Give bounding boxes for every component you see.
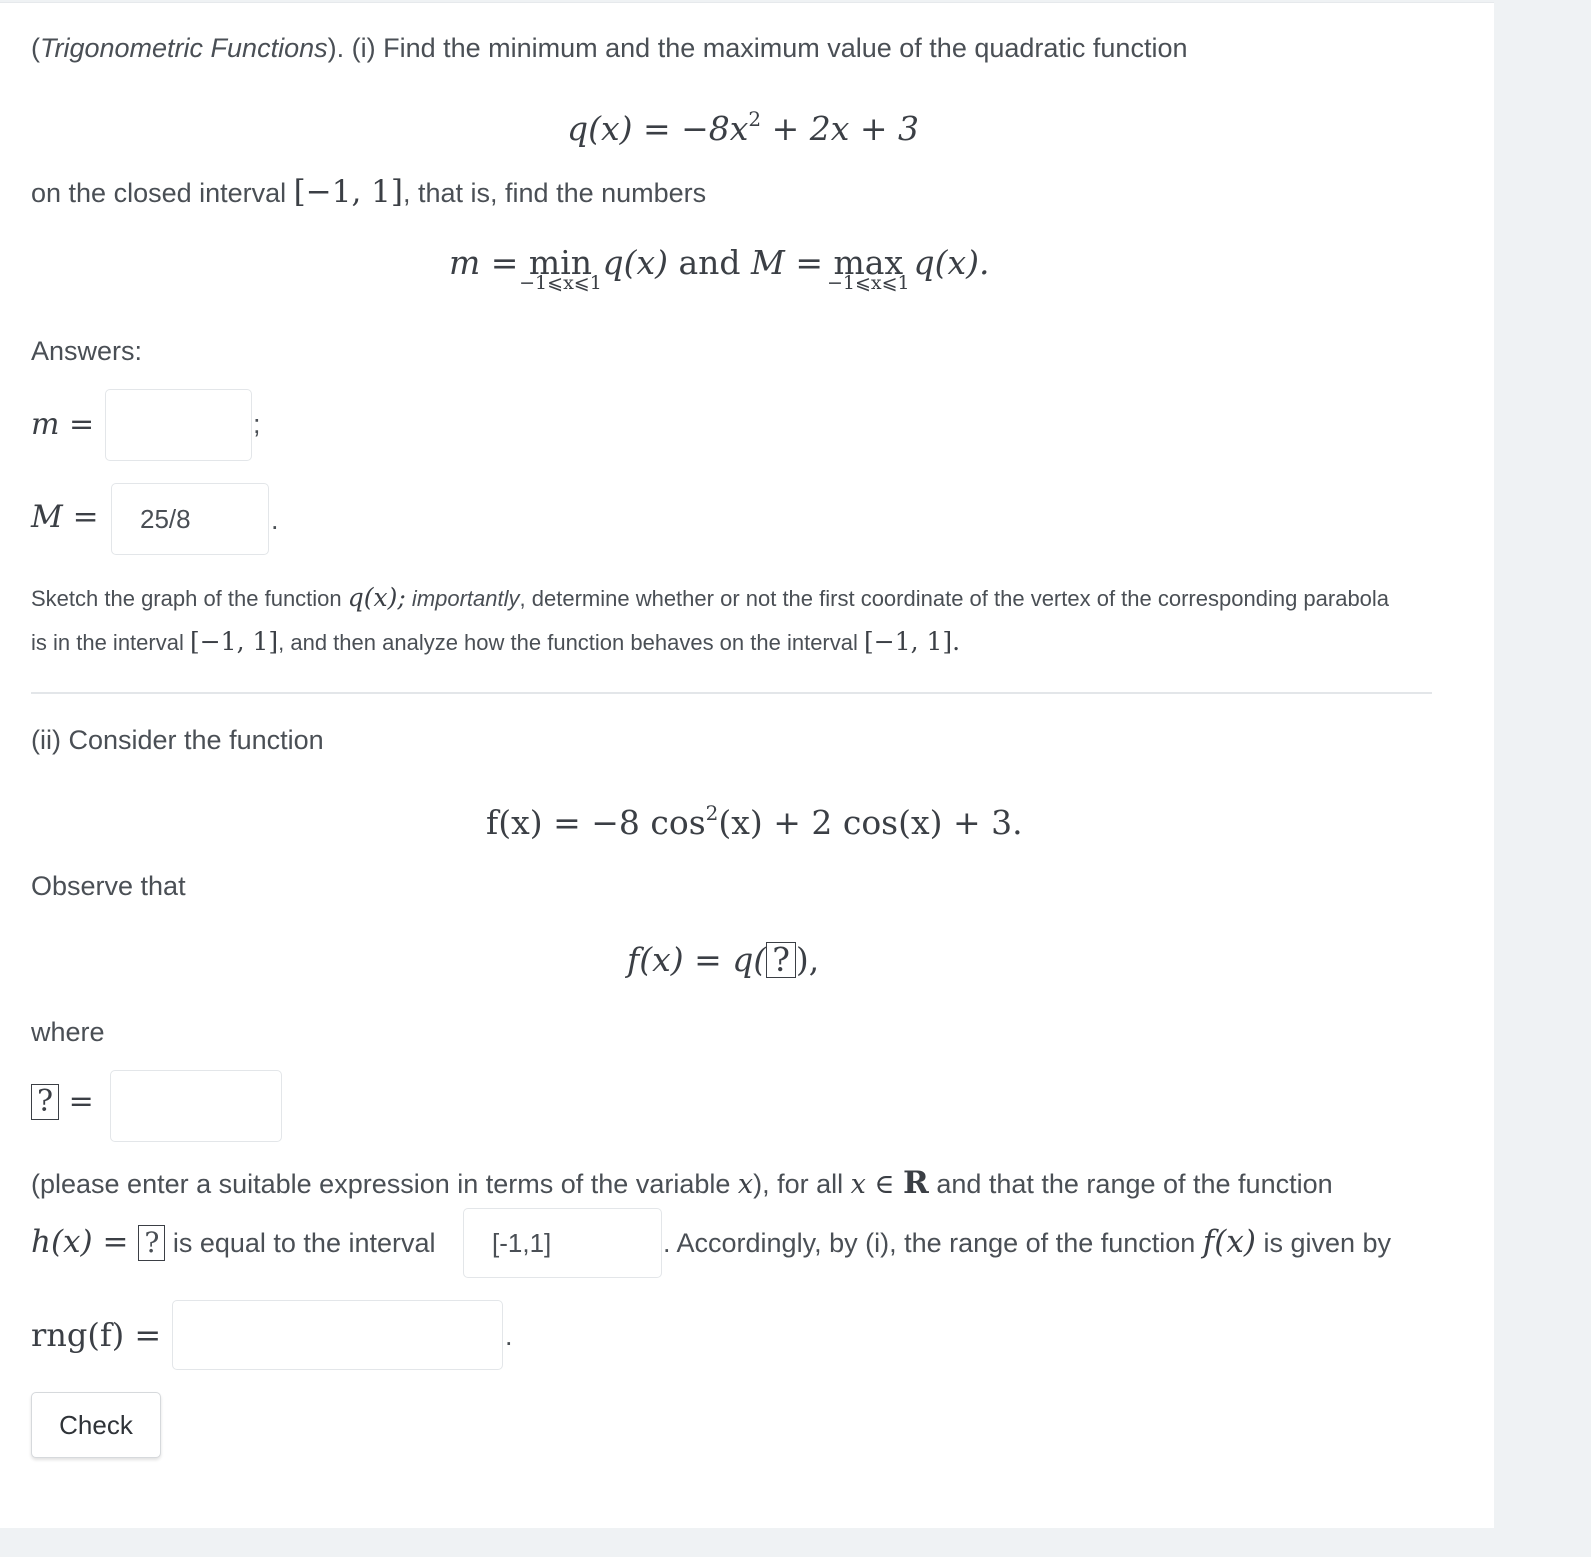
f-equals-q-equation: f(x) = q(?), — [627, 940, 820, 979]
q-definition-equation: q(x) = −8x2 + 2x + 3 — [567, 107, 919, 148]
answers-label: Answers: — [31, 336, 143, 366]
M-suffix: . — [271, 505, 279, 535]
max-operator: max −1⩽x⩽1 — [826, 243, 910, 294]
substitution-input[interactable] — [110, 1070, 282, 1142]
section-divider — [31, 692, 1432, 694]
min-operator: min −1⩽x⩽1 — [519, 243, 602, 294]
observe-label: Observe that — [31, 871, 186, 901]
placeholder-box: ? — [766, 942, 796, 978]
m-answer-input[interactable] — [105, 389, 252, 461]
part-ii-intro: (ii) Consider the function — [31, 725, 324, 755]
reals-symbol: R — [903, 1165, 929, 1201]
topic-title: Trigonometric Functions — [40, 33, 328, 63]
question-intro: (Trigonometric Functions). (i) Find the … — [31, 33, 1188, 63]
hint-line-1: Sketch the graph of the function q(x); i… — [31, 583, 1390, 612]
placeholder-box: ? — [138, 1225, 166, 1261]
M-label: M = — [31, 499, 99, 535]
where-label: where — [31, 1017, 105, 1047]
h-range-input[interactable] — [463, 1208, 662, 1278]
accordingly-sentence: . Accordingly, by (i), the range of the … — [663, 1224, 1392, 1260]
min-max-equation: m = min −1⩽x⩽1 q(x) and M = max −1⩽x⩽1 q(x… — [449, 243, 990, 294]
h-range-sentence: h(x) = ? is equal to the interval — [31, 1224, 436, 1261]
rng-suffix: . — [505, 1321, 513, 1351]
placeholder-box: ? — [31, 1084, 60, 1120]
check-button[interactable]: Check — [31, 1392, 161, 1458]
interval-sentence: on the closed interval [−1, 1], that is,… — [31, 174, 707, 210]
hint-line-2: is in the interval [−1, 1], and then ana… — [31, 627, 961, 656]
m-suffix: ; — [253, 409, 261, 439]
box-label: ? = — [31, 1082, 94, 1122]
interval-math: [−1, 1] — [293, 174, 403, 210]
f-definition-equation: f(x) = −8 cos2(x) + 2 cos(x) + 3. — [486, 801, 1023, 842]
please-enter-sentence: (please enter a suitable expression in t… — [31, 1165, 1333, 1201]
rng-label: rng(f) = — [31, 1316, 162, 1354]
M-answer-input[interactable] — [111, 483, 269, 555]
range-f-input[interactable] — [172, 1300, 503, 1370]
m-label: m = — [31, 407, 95, 442]
question-card: (Trigonometric Functions). (i) Find the … — [0, 2, 1494, 1528]
